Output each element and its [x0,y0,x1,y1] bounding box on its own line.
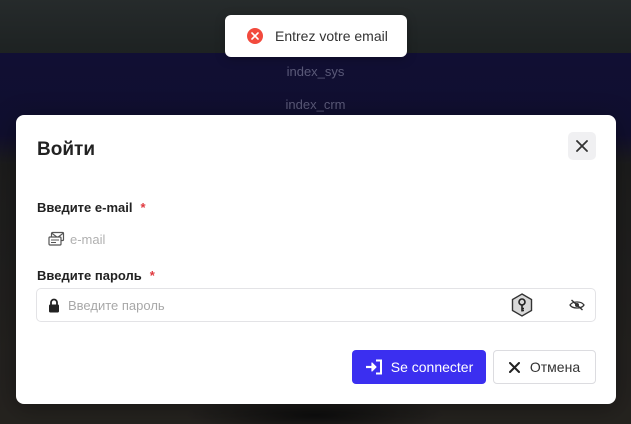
login-button[interactable]: Se connecter [352,350,486,384]
password-label-text: Введите пароль [37,268,142,283]
cancel-button[interactable]: Отмена [493,350,596,384]
email-label: Введите e-mail * [37,200,146,215]
password-input[interactable] [68,297,488,313]
required-mark: * [149,268,155,283]
dialog-title: Войти [37,139,95,160]
eye-slash-icon[interactable] [569,298,585,312]
error-circle-icon [247,28,263,44]
login-dialog: Войти Введите e-mail * Введите пароль * [16,115,616,404]
password-label: Введите пароль * [37,268,155,283]
password-manager-key-icon[interactable] [511,293,533,317]
lock-icon [48,298,60,313]
mail-card-icon [48,231,68,247]
email-label-text: Введите e-mail [37,200,133,215]
toast-message: Entrez votre email [275,28,388,44]
close-icon [576,140,588,152]
close-icon [508,361,520,373]
cancel-button-label: Отмена [529,359,581,375]
required-mark: * [140,200,146,215]
sign-in-icon [365,359,383,375]
email-input[interactable] [70,231,470,247]
password-field [36,288,596,322]
login-button-label: Se connecter [390,359,474,375]
close-button[interactable] [568,132,596,160]
error-toast: Entrez votre email [225,15,407,57]
email-field-row [37,227,597,251]
